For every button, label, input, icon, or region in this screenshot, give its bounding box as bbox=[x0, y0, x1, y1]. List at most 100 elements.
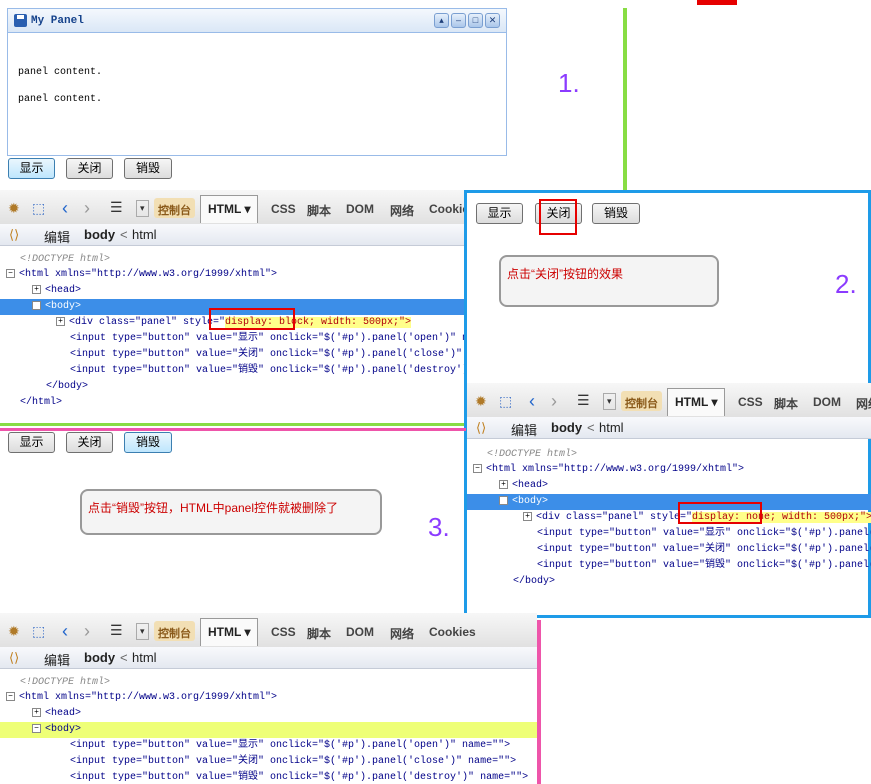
tab-script[interactable]: 脚本 bbox=[307, 625, 331, 642]
inspect-icon[interactable]: ⬚ bbox=[32, 623, 45, 640]
red-highlight-box bbox=[678, 502, 762, 524]
html-open-tag: <html xmlns="http://www.w3.org/1999/xhtm… bbox=[19, 692, 278, 703]
panel-content-line: panel content. bbox=[18, 94, 103, 105]
menu-icon[interactable]: ☰ bbox=[110, 199, 123, 216]
firebug-bug-icon[interactable]: ✹ bbox=[8, 623, 20, 640]
head-tag: <head> bbox=[512, 480, 549, 491]
tab-html[interactable]: HTML ▾ bbox=[200, 618, 259, 646]
panel-title: My Panel bbox=[31, 14, 84, 27]
firebug-panel-3: ✹ ⬚ ‹ › ☰ ▾ 控制台 HTML ▾ CSS 脚本 DOM 网络 Coo… bbox=[0, 613, 537, 784]
panel-header: My Panel ▴ – □ ✕ bbox=[8, 9, 506, 33]
step-number-3: 3. bbox=[428, 512, 450, 542]
html-open-tag: <html xmlns="http://www.w3.org/1999/xhtm… bbox=[19, 269, 278, 280]
my-panel: My Panel ▴ – □ ✕ panel content. panel co… bbox=[7, 8, 507, 156]
tab-console[interactable]: 控制台 bbox=[154, 621, 195, 641]
menu-icon[interactable]: ☰ bbox=[110, 622, 123, 639]
pane-icon[interactable]: ⟨⟩ bbox=[9, 227, 19, 243]
tree-html-row[interactable]: − <html xmlns="http://www.w3.org/1999/xht… bbox=[6, 267, 277, 283]
floppy-icon bbox=[14, 14, 27, 27]
dropdown-icon[interactable]: ▾ bbox=[136, 200, 149, 217]
tree-head-row[interactable]: + <head> bbox=[32, 283, 81, 299]
dropdown-icon[interactable]: ▾ bbox=[136, 623, 149, 640]
tree-body-row-flash[interactable]: − <body> bbox=[0, 722, 537, 738]
tab-net[interactable]: 网络 bbox=[390, 625, 414, 642]
input-close-line: <input type="button" value="关闭" onclick=… bbox=[70, 756, 517, 767]
tab-cookies[interactable]: Cookies bbox=[429, 625, 476, 639]
tab-html[interactable]: HTML ▾ bbox=[200, 195, 259, 223]
crumb-sep: < bbox=[120, 227, 128, 242]
maximize-icon[interactable]: □ bbox=[468, 13, 483, 28]
tab-console[interactable]: 控制台 bbox=[154, 198, 195, 218]
close-button[interactable]: 关闭 bbox=[66, 158, 113, 179]
crumb-body[interactable]: body bbox=[84, 227, 115, 242]
green-divider bbox=[623, 8, 627, 190]
edit-button[interactable]: 编辑 bbox=[44, 227, 70, 246]
input-destroy-line: <input type="button" value="销毁" onclick=… bbox=[70, 772, 529, 783]
collapse-icon[interactable]: ▴ bbox=[434, 13, 449, 28]
tab-css[interactable]: CSS bbox=[271, 202, 296, 216]
crumb-html[interactable]: html bbox=[132, 227, 157, 242]
tree-head-row[interactable]: + <head> bbox=[499, 478, 548, 494]
body-open-tag: <body> bbox=[45, 301, 82, 312]
input-show-line: <input type="button" value="显示" onclick=… bbox=[537, 528, 871, 539]
pink-divider bbox=[0, 428, 466, 431]
close-effect-frame: 显示 关闭 销毁 点击“关闭”按钮的效果 2. ✹ ⬚ ‹ › ☰ ▾ 控制台 … bbox=[464, 190, 871, 618]
head-tag: <head> bbox=[45, 285, 82, 296]
destroy-button[interactable]: 销毁 bbox=[124, 158, 172, 179]
input-destroy-line: <input type="button" value="销毁" onclick=… bbox=[537, 560, 871, 571]
panel-content-line: panel content. bbox=[18, 67, 103, 78]
input-destroy-line: <input type="button" value="销毁" onclick=… bbox=[70, 365, 529, 376]
tree-body-row-selected[interactable]: − <body> bbox=[467, 494, 871, 510]
doctype-line: <!DOCTYPE html> bbox=[487, 449, 578, 460]
body-open-tag: <body> bbox=[512, 496, 549, 507]
step-number-1: 1. bbox=[558, 68, 580, 98]
tab-css[interactable]: CSS bbox=[271, 625, 296, 639]
destroy-button[interactable]: 销毁 bbox=[124, 432, 172, 453]
tree-html-row[interactable]: − <html xmlns="http://www.w3.org/1999/xht… bbox=[473, 462, 744, 478]
firebug-bug-icon[interactable]: ✹ bbox=[8, 200, 20, 217]
input-show-line: <input type="button" value="显示" onclick=… bbox=[70, 333, 511, 344]
tree-html-row[interactable]: − <html xmlns="http://www.w3.org/1999/xht… bbox=[6, 690, 277, 706]
crumb-sep: < bbox=[120, 650, 128, 665]
body-open-tag: <body> bbox=[45, 724, 82, 735]
edit-button[interactable]: 编辑 bbox=[44, 650, 70, 669]
minimize-icon[interactable]: – bbox=[451, 13, 466, 28]
crumb-body[interactable]: body bbox=[84, 650, 115, 665]
destroy-effect-callout: 点击“销毁”按钮，HTML中panel控件就被删除了 bbox=[80, 489, 382, 535]
panel-body: panel content. panel content. bbox=[8, 33, 506, 113]
html-close-tag: </html> bbox=[20, 397, 63, 408]
forward-icon[interactable]: › bbox=[84, 198, 90, 219]
html-open-tag: <html xmlns="http://www.w3.org/1999/xhtm… bbox=[486, 464, 745, 475]
input-show-line: <input type="button" value="显示" onclick=… bbox=[70, 740, 511, 751]
close-button[interactable]: 关闭 bbox=[66, 432, 113, 453]
style-width: width: 500px;"> bbox=[776, 512, 871, 523]
body-close-tag: </body> bbox=[46, 381, 89, 392]
tab-script[interactable]: 脚本 bbox=[307, 202, 331, 219]
div-open-tag: <div class="panel" style=" bbox=[536, 512, 693, 523]
red-mark bbox=[697, 0, 737, 5]
crumb-html[interactable]: html bbox=[132, 650, 157, 665]
body-close-tag: </body> bbox=[513, 576, 556, 587]
tab-dom[interactable]: DOM bbox=[346, 625, 374, 639]
doctype-line: <!DOCTYPE html> bbox=[20, 254, 111, 265]
style-width: width: 500px;"> bbox=[315, 317, 412, 328]
show-button[interactable]: 显示 bbox=[8, 432, 55, 453]
doctype-line: <!DOCTYPE html> bbox=[20, 677, 111, 688]
tab-net[interactable]: 网络 bbox=[390, 202, 414, 219]
pink-divider-vertical bbox=[537, 620, 541, 784]
firebug-panel-1: ✹ ⬚ ‹ › ☰ ▾ 控制台 HTML ▾ CSS 脚本 DOM 网络 Coo… bbox=[0, 190, 528, 426]
inspect-icon[interactable]: ⬚ bbox=[32, 200, 45, 217]
div-open-tag: <div class="panel" style=" bbox=[69, 317, 226, 328]
pane-icon[interactable]: ⟨⟩ bbox=[9, 650, 19, 666]
close-icon[interactable]: ✕ bbox=[485, 13, 500, 28]
forward-icon[interactable]: › bbox=[84, 621, 90, 642]
tab-dom[interactable]: DOM bbox=[346, 202, 374, 216]
back-icon[interactable]: ‹ bbox=[62, 621, 68, 642]
back-icon[interactable]: ‹ bbox=[62, 198, 68, 219]
input-close-line: <input type="button" value="关闭" onclick=… bbox=[70, 349, 517, 360]
head-tag: <head> bbox=[45, 708, 82, 719]
red-highlight-box bbox=[209, 308, 295, 330]
tree-head-row[interactable]: + <head> bbox=[32, 706, 81, 722]
input-close-line: <input type="button" value="关闭" onclick=… bbox=[537, 544, 871, 555]
show-button[interactable]: 显示 bbox=[8, 158, 55, 179]
